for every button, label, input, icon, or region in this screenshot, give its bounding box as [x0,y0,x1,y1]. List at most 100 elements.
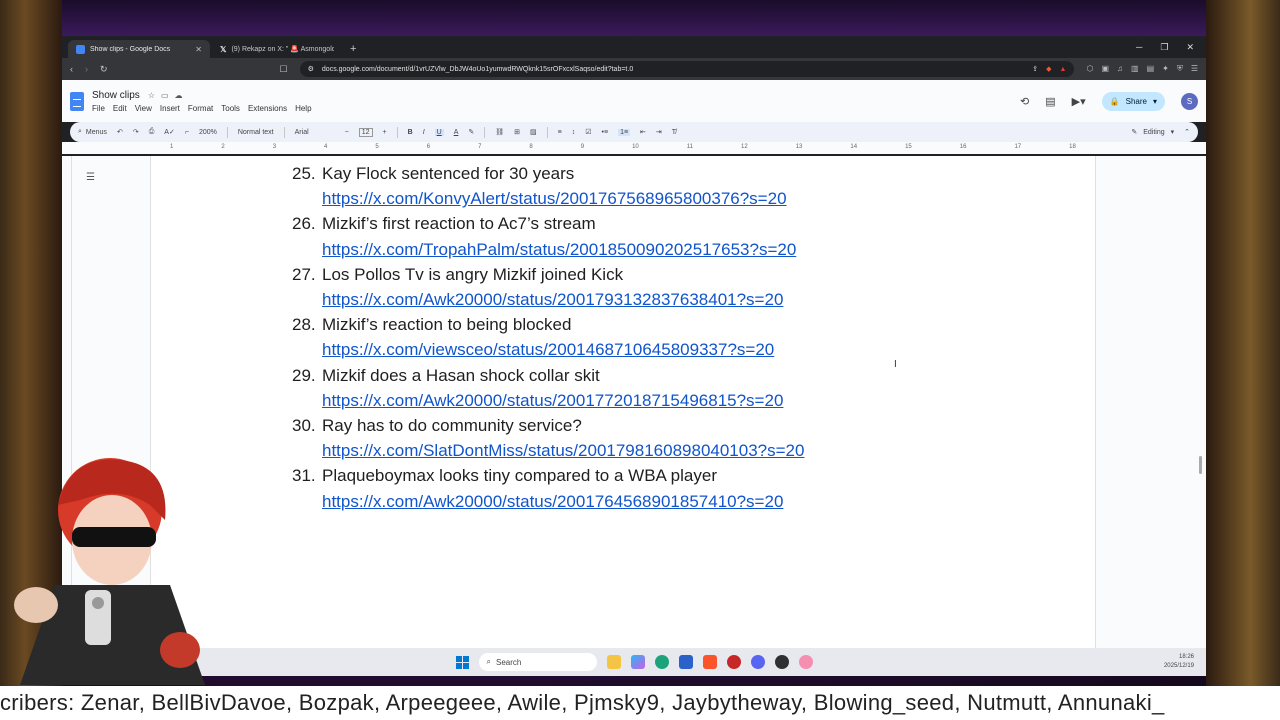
sidebar-icon[interactable]: ▥ [1131,64,1139,74]
paint-format-icon[interactable]: ⌐ [185,129,189,136]
list-item-link[interactable]: https://x.com/Awk20000/status/2001764568… [322,489,783,514]
close-window-icon[interactable]: ✕ [1186,42,1194,53]
bookmark-icon[interactable]: ☐ [280,64,288,75]
list-item-text[interactable]: Ray has to do community service? [322,413,804,438]
list-item-link[interactable]: https://x.com/viewsceo/status/2001468710… [322,337,774,362]
bulleted-list-icon[interactable]: •≡ [602,129,609,136]
extension-icon[interactable]: ▣ [1101,64,1109,74]
star-icon[interactable]: ☆ [148,91,155,100]
increase-indent-icon[interactable]: ⇥ [656,128,662,136]
app-icon[interactable] [798,655,813,669]
undo-icon[interactable]: ↶ [117,128,123,136]
list-item-text[interactable]: Mizkif’s first reaction to Ac7’s stream [322,211,796,236]
highlight-icon[interactable]: ✎ [468,128,474,136]
brave-rewards-icon[interactable]: ▲ [1060,66,1067,73]
puzzle-icon[interactable]: ✦ [1162,64,1169,74]
brave-icon[interactable] [702,655,717,669]
vpn-icon[interactable]: ⛨ [1177,64,1183,74]
font-size-field[interactable]: 12 [358,127,373,137]
menu-icon[interactable]: ☰ [1191,64,1198,74]
zoom-select[interactable]: 200% [199,129,217,136]
share-button[interactable]: 🔒 Share ▾ [1101,91,1165,111]
list-item-link[interactable]: https://x.com/Awk20000/status/2001793132… [322,287,783,312]
discord-icon[interactable] [750,655,765,669]
add-comment-icon[interactable]: ⊞ [514,128,520,136]
menu-view[interactable]: View [135,104,152,113]
list-item-text[interactable]: Kay Flock sentenced for 30 years [322,161,787,186]
cloud-status-icon[interactable]: ☁ [175,91,183,100]
url-field[interactable]: ⚙ docs.google.com/document/d/1vrUZVlw_Db… [299,61,1075,77]
numbered-list-icon[interactable]: 1≡ [618,128,631,136]
music-icon[interactable]: ♫ [1117,64,1123,74]
list-item-link[interactable]: https://x.com/KonvyAlert/status/20017675… [322,186,787,211]
new-tab-button[interactable]: + [344,40,362,58]
decrease-indent-icon[interactable]: ⇤ [640,128,646,136]
menu-help[interactable]: Help [295,104,311,113]
wallet-icon[interactable]: ▤ [1147,64,1155,74]
start-icon[interactable] [455,655,469,669]
style-select[interactable]: Normal text [238,129,274,136]
menu-insert[interactable]: Insert [160,104,180,113]
back-icon[interactable]: ‹ [70,64,73,74]
chevron-down-icon[interactable]: ▾ [1153,97,1157,106]
menu-file[interactable]: File [92,104,105,113]
reload-icon[interactable]: ↻ [100,64,108,75]
text-color-icon[interactable]: A [454,129,459,136]
store-icon[interactable] [678,655,693,669]
redo-icon[interactable]: ↷ [133,128,139,136]
list-item-link[interactable]: https://x.com/Awk20000/status/2001772018… [322,388,783,413]
close-icon[interactable]: ✕ [195,45,202,54]
copilot-icon[interactable] [630,655,645,669]
taskbar-search[interactable]: ⌕ Search [478,653,597,671]
link-icon[interactable]: ⛓ [495,128,504,136]
menus-search[interactable]: ⌕ Menus [78,128,107,136]
site-info-icon[interactable]: ⚙ [308,65,314,73]
app-icon[interactable] [726,655,741,669]
underline-icon[interactable]: U [434,128,444,136]
share-page-icon[interactable]: ⇪ [1032,65,1038,73]
list-item-text[interactable]: Mizkif does a Hasan shock collar skit [322,363,783,388]
meet-icon[interactable]: ▶▾ [1072,95,1086,108]
list-item-link[interactable]: https://x.com/TropahPalm/status/20018500… [322,237,796,262]
tab-show-clips[interactable]: Show clips - Google Docs ✕ [68,40,210,58]
list-item-text[interactable]: Los Pollos Tv is angry Mizkif joined Kic… [322,262,783,287]
bold-icon[interactable]: B [408,129,413,136]
edge-icon[interactable] [654,655,669,669]
clear-formatting-icon[interactable]: T̸ [672,129,676,136]
checklist-icon[interactable]: ☑ [585,128,591,136]
spellcheck-icon[interactable]: A✓ [164,128,175,136]
font-select[interactable]: Arial [295,129,335,136]
menu-tools[interactable]: Tools [221,104,240,113]
version-history-icon[interactable]: ⟲ [1020,95,1029,108]
align-icon[interactable]: ≡ [558,129,562,136]
list-item-text[interactable]: Plaqueboymax looks tiny compared to a WB… [322,463,783,488]
increase-font-icon[interactable]: + [383,129,387,136]
document-outline-icon[interactable]: ☰ [86,172,95,183]
file-explorer-icon[interactable] [606,655,621,669]
obs-icon[interactable] [774,655,789,669]
list-item-link[interactable]: https://x.com/SlatDontMiss/status/200179… [322,438,804,463]
tab-x-post[interactable]: 𝕏 (9) Rekapz on X: " 🚨 Asmongold De [212,40,342,58]
scrollbar[interactable] [1199,456,1202,474]
menu-format[interactable]: Format [188,104,213,113]
document-page[interactable]: 25. Kay Flock sentenced for 30 years htt… [150,156,1096,648]
extension-icon[interactable]: ⬡ [1086,64,1093,74]
menu-extensions[interactable]: Extensions [248,104,287,113]
editing-mode-select[interactable]: ✎ Editing ▾ [1131,128,1174,137]
collapse-toolbar-icon[interactable]: ⌃ [1184,128,1190,136]
decrease-font-icon[interactable]: − [345,129,349,136]
print-icon[interactable]: ⎙ [149,128,155,136]
list-item-text[interactable]: Mizkif’s reaction to being blocked [322,312,774,337]
italic-icon[interactable]: I [423,129,425,136]
insert-image-icon[interactable]: ▨ [530,128,537,136]
line-spacing-icon[interactable]: ↕ [572,129,576,136]
move-folder-icon[interactable]: ▭ [161,91,169,100]
taskbar-clock[interactable]: 18:26 2025/12/19 [1164,653,1194,671]
avatar[interactable]: S [1181,92,1198,110]
docs-logo-icon[interactable] [70,91,84,111]
brave-shields-icon[interactable]: ◆ [1046,65,1051,73]
restore-icon[interactable]: ❐ [1160,42,1168,53]
comments-icon[interactable]: ▤ [1045,95,1055,108]
minimize-icon[interactable]: ─ [1136,42,1142,53]
menu-edit[interactable]: Edit [113,104,127,113]
